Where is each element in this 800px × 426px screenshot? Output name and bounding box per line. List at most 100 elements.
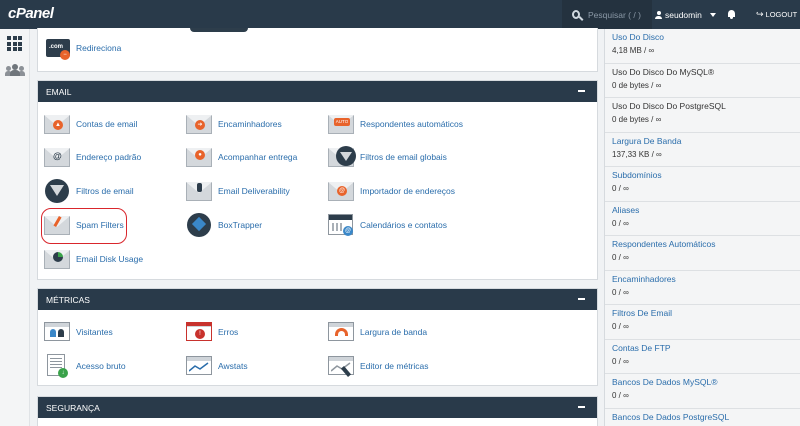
stat-value: 0 de bytes / ∞	[612, 80, 662, 90]
stat-forwarders: Encaminhadores 0 / ∞	[605, 271, 800, 305]
users-group-icon[interactable]	[5, 64, 25, 76]
stat-label[interactable]: Bancos De Dados MySQL®	[612, 377, 717, 387]
username: seudomin	[665, 9, 702, 20]
visitors-icon	[44, 320, 72, 344]
errors-icon: !	[186, 320, 214, 344]
stat-value: 0 / ∞	[612, 253, 629, 262]
global-filters-icon	[328, 145, 356, 169]
stat-label[interactable]: Encaminhadores	[612, 274, 676, 284]
logout-label: LOGOUT	[765, 10, 798, 19]
stat-bandwidth: Largura De Banda 137,33 KB / ∞	[605, 133, 800, 167]
stat-label: Uso Do Disco Do PostgreSQL	[612, 101, 726, 111]
stat-label[interactable]: Contas De FTP	[612, 343, 671, 353]
security-panel-header[interactable]: SEGURANÇA	[38, 397, 597, 418]
item-label: Calendários e contatos	[360, 220, 447, 230]
item-visitors[interactable]: Visitantes	[44, 320, 113, 344]
stat-email-filters: Filtros De Email 0 / ∞	[605, 305, 800, 340]
stat-value: 0 / ∞	[612, 218, 629, 228]
stat-value: 137,33 KB / ∞	[612, 149, 662, 159]
item-track-delivery[interactable]: ● Acompanhar entrega	[186, 145, 297, 169]
collapse-icon[interactable]	[578, 406, 585, 408]
panel-title: SEGURANÇA	[46, 402, 100, 413]
item-awstats[interactable]: Awstats	[186, 354, 248, 378]
item-label: Importador de endereços	[360, 186, 455, 196]
search-box[interactable]	[562, 0, 652, 29]
raw-access-icon: ↓	[44, 354, 72, 378]
search-icon	[572, 10, 580, 19]
item-calendars-contacts[interactable]: @ Calendários e contatos	[328, 213, 447, 237]
item-email-disk-usage[interactable]: Email Disk Usage	[44, 247, 143, 271]
item-label: Filtros de email globais	[360, 152, 447, 162]
email-disk-usage-icon	[44, 247, 72, 271]
user-icon	[655, 10, 662, 19]
stat-aliases: Aliases 0 / ∞	[605, 202, 800, 236]
stat-value: 0 / ∞	[612, 322, 629, 331]
stat-mysql-disk-usage: Uso Do Disco Do MySQL® 0 de bytes / ∞	[605, 64, 800, 98]
partial-icon	[190, 28, 248, 32]
email-filters-icon	[44, 179, 72, 203]
stat-ftp-accounts: Contas De FTP 0 / ∞	[605, 340, 800, 374]
item-errors[interactable]: ! Erros	[186, 320, 238, 344]
cpanel-logo[interactable]: cPanel	[8, 5, 54, 22]
stat-autoresponders: Respondentes Automáticos 0 / ∞	[605, 236, 800, 271]
item-label: Acompanhar entrega	[218, 152, 298, 162]
item-metrics-editor[interactable]: Editor de métricas	[328, 354, 429, 378]
bell-icon[interactable]	[727, 9, 736, 19]
stat-label[interactable]: Uso Do Disco	[612, 32, 664, 42]
item-raw-access[interactable]: ↓ Acesso bruto	[44, 354, 126, 378]
item-label: BoxTrapper	[218, 220, 263, 230]
email-panel-header[interactable]: EMAIL	[38, 81, 597, 102]
deliverability-icon	[186, 179, 214, 203]
item-label: Erros	[218, 327, 239, 337]
metrics-editor-icon	[328, 354, 356, 378]
panel-title: EMAIL	[46, 86, 72, 97]
stat-label[interactable]: Subdomínios	[612, 170, 662, 180]
stat-value: 0 / ∞	[612, 287, 629, 297]
email-accounts-icon: ▲	[44, 112, 72, 136]
item-autoresponders[interactable]: AUTO Respondentes automáticos	[328, 112, 463, 136]
stat-label[interactable]: Filtros De Email	[612, 308, 672, 318]
stat-label[interactable]: Bancos De Dados PostgreSQL	[612, 412, 729, 422]
domains-panel: .com − Redireciona	[37, 28, 598, 72]
stat-value: 0 / ∞	[612, 391, 629, 400]
stat-label[interactable]: Respondentes Automáticos	[612, 239, 715, 249]
item-label: Redireciona	[76, 43, 122, 53]
item-default-address[interactable]: @ Endereço padrão	[44, 145, 141, 169]
top-bar: cPanel seudomin ↪ LOGOUT	[0, 0, 800, 29]
item-label: Endereço padrão	[76, 152, 142, 162]
item-email-deliverability[interactable]: Email Deliverability	[186, 179, 290, 203]
stat-value: 0 / ∞	[612, 356, 629, 366]
item-label: Email Disk Usage	[76, 254, 144, 264]
apps-grid-icon[interactable]	[7, 36, 22, 51]
user-menu[interactable]: seudomin	[655, 0, 716, 29]
item-boxtrapper[interactable]: BoxTrapper	[186, 213, 262, 237]
collapse-icon[interactable]	[578, 90, 585, 92]
calendars-icon: @	[328, 213, 356, 237]
item-label: Largura de banda	[360, 327, 428, 337]
statistics-sidebar: Uso Do Disco 4,18 MB / ∞ Uso Do Disco Do…	[604, 29, 800, 426]
item-redirects[interactable]: .com − Redireciona	[44, 36, 121, 60]
spam-filters-highlight	[41, 208, 127, 244]
stat-value: 0 / ∞	[612, 184, 629, 193]
item-label: Contas de email	[76, 119, 138, 129]
autoresponders-icon: AUTO	[328, 112, 356, 136]
item-bandwidth[interactable]: Largura de banda	[328, 320, 427, 344]
search-input[interactable]	[588, 9, 652, 20]
logout-button[interactable]: ↪ LOGOUT	[756, 0, 797, 29]
item-email-filters[interactable]: Filtros de email	[44, 179, 134, 203]
metrics-panel-header[interactable]: MÉTRICAS	[38, 289, 597, 310]
stat-label[interactable]: Largura De Banda	[612, 136, 681, 146]
item-label: Editor de métricas	[360, 361, 429, 371]
item-global-email-filters[interactable]: Filtros de email globais	[328, 145, 447, 169]
collapse-icon[interactable]	[578, 298, 585, 300]
panel-title: MÉTRICAS	[46, 294, 90, 305]
stat-postgresql-disk-usage: Uso Do Disco Do PostgreSQL 0 de bytes / …	[605, 98, 800, 133]
stat-subdomains: Subdomínios 0 / ∞	[605, 167, 800, 202]
item-label: Visitantes	[76, 327, 113, 337]
default-address-icon: @	[44, 145, 72, 169]
stat-label[interactable]: Aliases	[612, 205, 639, 215]
item-address-importer[interactable]: @ Importador de endereços	[328, 179, 455, 203]
item-forwarders[interactable]: ➜ Encaminhadores	[186, 112, 282, 136]
item-email-accounts[interactable]: ▲ Contas de email	[44, 112, 137, 136]
item-label: Respondentes automáticos	[360, 119, 464, 129]
